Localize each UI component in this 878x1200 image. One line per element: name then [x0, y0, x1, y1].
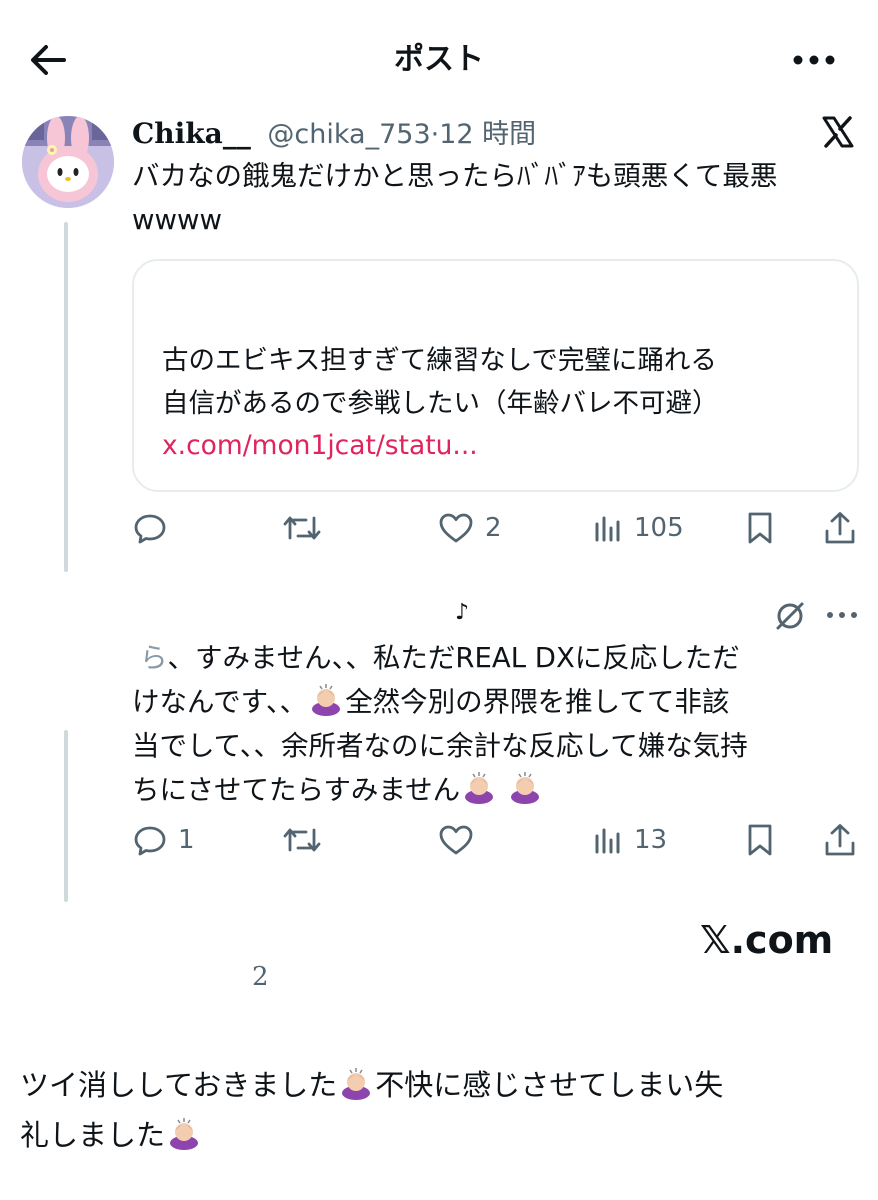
- person-bowing-emoji-icon: [462, 771, 496, 805]
- like-count: 2: [485, 513, 502, 543]
- reply-button[interactable]: 1: [132, 818, 195, 862]
- avatar[interactable]: [22, 116, 114, 208]
- bar-chart-icon: [595, 828, 620, 854]
- retweet-icon: [283, 516, 321, 540]
- bookmark-button[interactable]: [744, 506, 776, 550]
- retweet-icon: [283, 828, 321, 852]
- share-icon: [825, 512, 855, 544]
- page-title: ポスト: [394, 42, 484, 77]
- separator-dot: ·: [430, 119, 440, 150]
- tweet-text-line: バカなの餓鬼だけかと思ったらﾊﾞﾊﾞｱも頭悪くて最悪: [132, 160, 778, 192]
- retweet-button[interactable]: [282, 818, 332, 862]
- more-horizontal-icon: [793, 55, 835, 65]
- reply-text-line: 当でして、、余所者なのに余計な反応して嫌な気持: [132, 730, 748, 762]
- caption-line: ツイ消ししておきました 不快に感じさせてしまい失: [20, 1067, 724, 1102]
- share-icon: [825, 824, 855, 856]
- quote-text-line: 自信があるので参戦したい（年齢バレ不可避）: [162, 388, 719, 419]
- reply-text-prefix: ら: [140, 642, 168, 674]
- bookmark-button[interactable]: [744, 818, 776, 862]
- heart-icon: [439, 513, 473, 543]
- reply-icon: [134, 826, 166, 856]
- tweet-author-row: Chika__ @chika_753·12 時間: [132, 114, 536, 154]
- reply-text-line: ら、すみません、、私ただREAL DXに反応しただ: [140, 642, 740, 674]
- quote-tweet-card[interactable]: 古のエビキス担すぎて練習なしで完璧に踊れる 自信があるので参戦したい（年齢バレ不…: [132, 259, 859, 492]
- reply-button[interactable]: [132, 506, 178, 550]
- more-options-button[interactable]: [822, 600, 862, 630]
- tweet-text-line: wwww: [132, 204, 222, 236]
- quote-text-line: 古のエビキス担すぎて練習なしで完璧に踊れる: [162, 345, 717, 376]
- bookmark-icon: [748, 824, 772, 856]
- thread-line: [64, 222, 68, 572]
- retweet-button[interactable]: [282, 506, 332, 550]
- share-button[interactable]: [822, 506, 858, 550]
- quote-link[interactable]: x.com/mon1jcat/statu...: [162, 425, 478, 466]
- display-name[interactable]: Chika__: [132, 117, 251, 150]
- views-button[interactable]: 105: [592, 506, 684, 550]
- heart-icon: [439, 825, 473, 855]
- views-button[interactable]: 13: [592, 818, 667, 862]
- more-horizontal-icon: [827, 612, 857, 618]
- share-button[interactable]: [822, 818, 858, 862]
- grok-icon[interactable]: [772, 598, 808, 634]
- bookmark-icon: [748, 512, 772, 544]
- x-logo-icon: [818, 112, 858, 152]
- reply-count: 1: [178, 825, 195, 855]
- x-com-watermark: 𝕏.com: [700, 918, 834, 962]
- view-count: 105: [634, 513, 684, 543]
- person-bowing-emoji-icon: [167, 1117, 201, 1151]
- reply-text-line: ちにさせてたらすみません: [132, 768, 544, 812]
- avatar-rabbit-image: [22, 116, 114, 208]
- person-bowing-emoji-icon: [339, 1067, 373, 1101]
- bar-chart-icon: [595, 516, 620, 542]
- thread-line: [64, 730, 68, 902]
- music-note: ♪: [455, 600, 470, 625]
- person-bowing-emoji-icon: [309, 683, 343, 717]
- tweet-time[interactable]: 12 時間: [439, 119, 536, 150]
- view-count: 13: [634, 825, 668, 855]
- reply-icon: [134, 514, 166, 544]
- like-button[interactable]: 2: [437, 506, 502, 550]
- like-button[interactable]: [437, 818, 485, 862]
- reply-text-line: けなんです、、 全然今別の界隈を推してて非該: [132, 680, 729, 724]
- stray-number: 2: [252, 962, 269, 992]
- more-options-button[interactable]: [786, 42, 842, 78]
- person-bowing-emoji-icon: [508, 771, 542, 805]
- user-handle[interactable]: @chika_753: [267, 119, 430, 150]
- caption-line: 礼しました: [20, 1111, 203, 1159]
